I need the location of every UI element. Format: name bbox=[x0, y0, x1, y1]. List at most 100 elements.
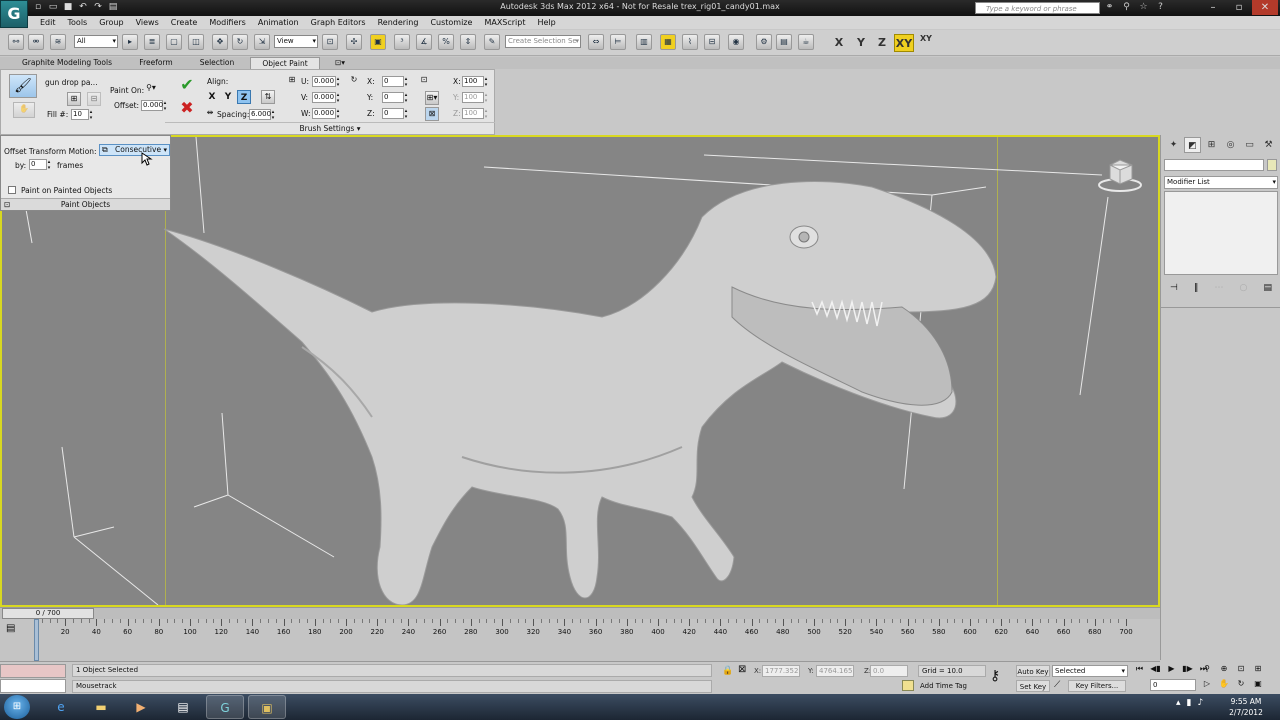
menu-views[interactable]: Views bbox=[130, 16, 165, 29]
pan-icon[interactable]: ✋ bbox=[1217, 678, 1231, 690]
render-setup-icon[interactable]: ⚙ bbox=[756, 34, 772, 50]
cancel-x-icon[interactable]: ✖ bbox=[177, 100, 197, 118]
ribbon-options-icon[interactable]: ⊡▾ bbox=[330, 57, 350, 69]
rotate-y-field[interactable]: 0 bbox=[382, 92, 410, 104]
key-filters-button[interactable]: Key Filters... bbox=[1068, 680, 1126, 692]
network-icon[interactable]: ▮ bbox=[1187, 698, 1192, 708]
zoom-icon[interactable]: ⚲ bbox=[1200, 663, 1214, 675]
time-slider-thumb[interactable]: 0 / 700 bbox=[2, 608, 94, 619]
offset-transform-motion-dropdown[interactable]: Consecutive bbox=[99, 144, 170, 156]
align-x-button[interactable]: X bbox=[205, 90, 219, 104]
align-y-button[interactable]: Y bbox=[221, 90, 235, 104]
rectangular-selection-icon[interactable]: ▢ bbox=[166, 34, 182, 50]
selection-lock-icon[interactable]: 🔒 bbox=[722, 666, 733, 676]
go-to-start-icon[interactable]: ⏮ bbox=[1133, 663, 1146, 675]
remove-modifier-icon[interactable]: ○ bbox=[1240, 280, 1248, 296]
spacing-field[interactable]: 6.000 bbox=[249, 109, 277, 121]
system-clock[interactable]: 9:55 AM 2/7/2012 bbox=[1220, 696, 1272, 718]
v-offset-field[interactable]: 0.000 bbox=[312, 92, 342, 104]
tray-up-arrow-icon[interactable]: ▴ bbox=[1176, 698, 1181, 708]
named-selection-dropdown[interactable]: Create Selection Se bbox=[505, 35, 581, 48]
align-label[interactable]: Align: bbox=[207, 77, 228, 86]
zoom-extents-icon[interactable]: ⊡ bbox=[1234, 663, 1248, 675]
menu-group[interactable]: Group bbox=[93, 16, 129, 29]
rotate-z-field[interactable]: 0 bbox=[382, 108, 410, 120]
key-filter-icon[interactable]: ⟋ bbox=[1054, 680, 1060, 690]
subscription-icon[interactable]: ⚲ bbox=[1121, 2, 1132, 13]
pin-stack-icon[interactable]: ⊣ bbox=[1170, 280, 1178, 296]
paint-objects-footer[interactable]: ⊡ Paint Objects bbox=[1, 198, 170, 210]
start-button[interactable]: ⊞ bbox=[4, 695, 30, 719]
tab-selection[interactable]: Selection bbox=[186, 57, 248, 69]
modifier-list-dropdown[interactable]: Modifier List bbox=[1164, 176, 1278, 189]
search-input[interactable]: Type a keyword or phrase bbox=[975, 2, 1100, 14]
minimize-button[interactable]: – bbox=[1200, 0, 1226, 15]
angle-snap-icon[interactable]: ∡ bbox=[416, 34, 432, 50]
render-production-icon[interactable]: ☕ bbox=[798, 34, 814, 50]
snaps-toggle-icon[interactable]: ³ bbox=[394, 34, 410, 50]
window-crossing-icon[interactable]: ◫ bbox=[188, 34, 204, 50]
set-key-button[interactable]: Set Key bbox=[1016, 680, 1050, 692]
select-manipulate-icon[interactable]: ✣ bbox=[346, 34, 362, 50]
hierarchy-tab-icon[interactable]: ⊞ bbox=[1203, 137, 1220, 153]
restrict-x-button[interactable]: X bbox=[830, 34, 848, 52]
app-menu-button[interactable]: G bbox=[0, 0, 28, 28]
select-object-icon[interactable]: ▸ bbox=[122, 34, 138, 50]
track-bar[interactable]: ▤ 20 40 60 80 100 120 140 160 180 200 220 240 260 280… bbox=[0, 619, 1160, 661]
rotate-icon[interactable]: ↻ bbox=[232, 34, 248, 50]
maxscript-listener-bottom[interactable] bbox=[0, 679, 66, 693]
unlink-icon[interactable]: ⚮ bbox=[28, 34, 44, 50]
set-key-icon[interactable]: ⚷ bbox=[990, 668, 1000, 684]
menu-animation[interactable]: Animation bbox=[252, 16, 305, 29]
u-offset-field[interactable]: 0.000 bbox=[312, 76, 342, 88]
keyboard-shortcut-override-icon[interactable]: ▣ bbox=[370, 34, 386, 50]
restrict-xy-button[interactable]: XY bbox=[894, 34, 914, 52]
restrict-plane-cycle-button[interactable]: XY bbox=[916, 34, 936, 52]
media-player-icon[interactable]: ▶ bbox=[122, 695, 160, 719]
binoculars-icon[interactable]: ⚭ bbox=[1104, 2, 1115, 13]
make-unique-icon[interactable]: ⋯ bbox=[1214, 280, 1223, 296]
transform-mode-icon[interactable]: ⊠ bbox=[738, 664, 746, 675]
menu-customize[interactable]: Customize bbox=[424, 16, 478, 29]
restrict-y-button[interactable]: Y bbox=[852, 34, 870, 52]
maximize-button[interactable]: ▫ bbox=[1226, 0, 1252, 15]
play-icon[interactable]: ▶ bbox=[1165, 663, 1178, 675]
field-of-view-icon[interactable]: ▷ bbox=[1200, 678, 1214, 690]
bind-space-warp-icon[interactable]: ≋ bbox=[50, 34, 66, 50]
help-icon[interactable]: ? bbox=[1155, 2, 1166, 13]
modifier-stack[interactable] bbox=[1164, 191, 1278, 275]
menu-modifiers[interactable]: Modifiers bbox=[203, 16, 252, 29]
motion-tab-icon[interactable]: ◎ bbox=[1222, 137, 1239, 153]
curve-editor-icon[interactable]: ⌇ bbox=[682, 34, 698, 50]
star-icon[interactable]: ☆ bbox=[1138, 2, 1149, 13]
tab-object-paint[interactable]: Object Paint bbox=[250, 57, 320, 69]
edit-named-selection-icon[interactable]: ✎ bbox=[484, 34, 500, 50]
file-explorer-icon[interactable]: ▬ bbox=[82, 695, 120, 719]
w-offset-field[interactable]: 0.000 bbox=[312, 108, 342, 120]
graphite-toggle-icon[interactable]: ▦ bbox=[660, 34, 676, 50]
scale-z-field[interactable]: 100 bbox=[462, 108, 490, 120]
auto-key-button[interactable]: Auto Key bbox=[1016, 665, 1050, 677]
reference-coordinate-dropdown[interactable]: View bbox=[274, 35, 318, 48]
menu-help[interactable]: Help bbox=[532, 16, 562, 29]
scale-y-field[interactable]: 100 bbox=[462, 92, 490, 104]
rendered-frame-window-icon[interactable]: ▤ bbox=[776, 34, 792, 50]
align-icon[interactable]: ⊨ bbox=[610, 34, 626, 50]
selection-filter-dropdown[interactable]: All bbox=[74, 35, 118, 48]
menu-rendering[interactable]: Rendering bbox=[372, 16, 425, 29]
timeline-ruler[interactable]: 20 40 60 80 100 120 140 160 180 200 220 240 260 280 30… bbox=[34, 619, 1133, 639]
x-coord-field[interactable]: 1777.352 bbox=[762, 665, 800, 677]
current-frame-field[interactable]: 0 bbox=[1150, 679, 1196, 691]
scale-icon[interactable]: ⇲ bbox=[254, 34, 270, 50]
show-end-result-icon[interactable]: ‖ bbox=[1194, 280, 1199, 296]
scale-lock-icon[interactable]: ⊠ bbox=[425, 107, 439, 121]
maximize-viewport-icon[interactable]: ▣ bbox=[1251, 678, 1265, 690]
scale-x-field[interactable]: 100 bbox=[462, 76, 490, 88]
modify-tab-icon[interactable]: ◩ bbox=[1184, 137, 1201, 153]
perspective-viewport[interactable] bbox=[0, 135, 1160, 607]
orbit-icon[interactable]: ↻ bbox=[1234, 678, 1248, 690]
percent-snap-icon[interactable]: % bbox=[438, 34, 454, 50]
rotate-x-field[interactable]: 0 bbox=[382, 76, 410, 88]
time-slider[interactable]: 0 / 700 bbox=[0, 607, 1160, 619]
trex-model[interactable] bbox=[163, 180, 997, 605]
